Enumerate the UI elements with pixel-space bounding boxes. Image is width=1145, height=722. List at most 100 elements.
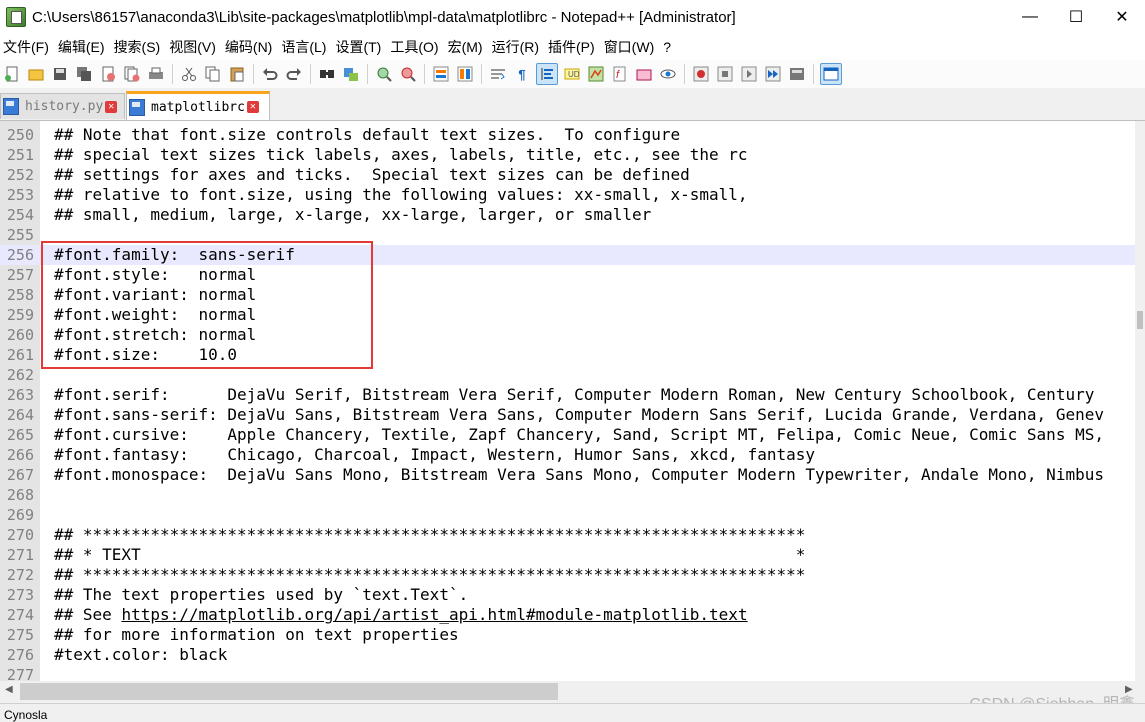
- menu-macro[interactable]: 宏(M): [445, 37, 489, 57]
- maximize-button[interactable]: ☐: [1053, 0, 1099, 34]
- tab-history-py[interactable]: history.py ✕: [0, 93, 125, 119]
- code-line[interactable]: 264 #font.sans-serif: DejaVu Sans, Bitstr…: [0, 405, 1135, 425]
- user-defined-language-icon[interactable]: UD: [562, 64, 582, 84]
- menu-settings[interactable]: 设置(T): [332, 37, 387, 57]
- cut-icon[interactable]: [179, 64, 199, 84]
- save-macro-icon[interactable]: [787, 64, 807, 84]
- toolbar-separator: [813, 64, 814, 84]
- code-line[interactable]: 275 ## for more information on text prope…: [0, 625, 1135, 645]
- copy-icon[interactable]: [203, 64, 223, 84]
- function-list-icon[interactable]: f: [610, 64, 630, 84]
- svg-text:UD: UD: [568, 70, 580, 79]
- code-line[interactable]: 261 #font.size: 10.0: [0, 345, 1135, 365]
- zoom-out-icon[interactable]: [398, 64, 418, 84]
- close-icon[interactable]: [98, 64, 118, 84]
- save-all-icon[interactable]: [74, 64, 94, 84]
- panel-icon[interactable]: [820, 63, 842, 85]
- menu-run[interactable]: 运行(R): [489, 37, 545, 57]
- editor-area[interactable]: 250 ## Note that font.size controls defau…: [0, 121, 1135, 681]
- menu-file[interactable]: 文件(F): [0, 37, 55, 57]
- line-text: #font.fantasy: Chicago, Charcoal, Impact…: [54, 445, 815, 465]
- menu-language[interactable]: 语言(L): [278, 37, 332, 57]
- record-macro-icon[interactable]: [691, 64, 711, 84]
- notepadpp-app-icon: [6, 7, 26, 27]
- sync-horizontal-icon[interactable]: [455, 64, 475, 84]
- print-icon[interactable]: [146, 64, 166, 84]
- line-text-content: #font.size: 10.0: [54, 345, 238, 364]
- code-line[interactable]: 277: [0, 665, 1135, 681]
- monitoring-icon[interactable]: [658, 64, 678, 84]
- stop-record-icon[interactable]: [715, 64, 735, 84]
- line-text-content: ## settings for axes and ticks. Special …: [54, 165, 690, 184]
- line-text-content: ## *************************************…: [54, 525, 806, 544]
- url-link[interactable]: https://matplotlib.org/api/artist_api.ht…: [121, 605, 747, 624]
- toolbar-separator: [310, 64, 311, 84]
- line-text-content: ## for more information on text properti…: [54, 625, 459, 644]
- code-line[interactable]: 262: [0, 365, 1135, 385]
- code-line[interactable]: 259 #font.weight: normal: [0, 305, 1135, 325]
- code-line[interactable]: 268: [0, 485, 1135, 505]
- line-number: 264: [6, 406, 34, 424]
- menu-view[interactable]: 视图(V): [166, 37, 222, 57]
- redo-icon[interactable]: [284, 64, 304, 84]
- close-all-icon[interactable]: [122, 64, 142, 84]
- code-line[interactable]: 256 #font.family: sans-serif: [0, 245, 1135, 265]
- line-number: 273: [6, 586, 34, 604]
- minimize-button[interactable]: —: [1007, 0, 1053, 34]
- document-map-icon[interactable]: [586, 64, 606, 84]
- new-file-icon[interactable]: [2, 64, 22, 84]
- word-wrap-icon[interactable]: [488, 64, 508, 84]
- sync-vertical-icon[interactable]: [431, 64, 451, 84]
- code-line[interactable]: 253 ## relative to font.size, using the f…: [0, 185, 1135, 205]
- undo-icon[interactable]: [260, 64, 280, 84]
- line-number: 274: [6, 606, 34, 624]
- folder-workspace-icon[interactable]: [634, 64, 654, 84]
- toolbar-separator: [172, 64, 173, 84]
- zoom-in-icon[interactable]: [374, 64, 394, 84]
- code-line[interactable]: 265 #font.cursive: Apple Chancery, Textil…: [0, 425, 1135, 445]
- close-window-button[interactable]: ✕: [1099, 0, 1145, 34]
- code-line[interactable]: 266 #font.fantasy: Chicago, Charcoal, Imp…: [0, 445, 1135, 465]
- vertical-scrollbar[interactable]: [1135, 121, 1145, 681]
- code-line[interactable]: 271 ## * TEXT *: [0, 545, 1135, 565]
- code-line[interactable]: 258 #font.variant: normal: [0, 285, 1135, 305]
- code-line[interactable]: 254 ## small, medium, large, x-large, xx-…: [0, 205, 1135, 225]
- code-line[interactable]: 263 #font.serif: DejaVu Serif, Bitstream …: [0, 385, 1135, 405]
- run-macro-multiple-icon[interactable]: [763, 64, 783, 84]
- replace-icon[interactable]: [341, 64, 361, 84]
- menu-tools[interactable]: 工具(O): [387, 37, 444, 57]
- paste-icon[interactable]: [227, 64, 247, 84]
- code-line[interactable]: 251 ## special text sizes tick labels, ax…: [0, 145, 1135, 165]
- open-file-icon[interactable]: [26, 64, 46, 84]
- tab-matplotlibrc[interactable]: matplotlibrc ✕: [126, 91, 270, 120]
- menu-plugins[interactable]: 插件(P): [545, 37, 601, 57]
- code-line[interactable]: 260 #font.stretch: normal: [0, 325, 1135, 345]
- code-line[interactable]: 276 #text.color: black: [0, 645, 1135, 665]
- code-line[interactable]: 273 ## The text properties used by `text.…: [0, 585, 1135, 605]
- show-all-chars-icon[interactable]: ¶: [512, 64, 532, 84]
- code-line[interactable]: 274 ## See https://matplotlib.org/api/art…: [0, 605, 1135, 625]
- find-icon[interactable]: [317, 64, 337, 84]
- menu-help[interactable]: ?: [660, 39, 677, 55]
- vertical-scroll-thumb[interactable]: [1137, 311, 1143, 329]
- close-icon[interactable]: ✕: [246, 101, 259, 113]
- toolbar-separator: [424, 64, 425, 84]
- code-line[interactable]: 255: [0, 225, 1135, 245]
- scroll-left-icon[interactable]: ◀: [5, 684, 13, 695]
- horizontal-scroll-thumb[interactable]: [20, 683, 558, 700]
- code-line[interactable]: 269: [0, 505, 1135, 525]
- code-line[interactable]: 250 ## Note that font.size controls defau…: [0, 125, 1135, 145]
- save-icon[interactable]: [50, 64, 70, 84]
- code-line[interactable]: 272 ## **********************************…: [0, 565, 1135, 585]
- code-line[interactable]: 270 ## **********************************…: [0, 525, 1135, 545]
- code-line[interactable]: 257 #font.style: normal: [0, 265, 1135, 285]
- code-line[interactable]: 267 #font.monospace: DejaVu Sans Mono, Bi…: [0, 465, 1135, 485]
- menu-search[interactable]: 搜索(S): [111, 37, 167, 57]
- menu-encoding[interactable]: 编码(N): [222, 37, 278, 57]
- close-icon[interactable]: ✕: [105, 100, 118, 113]
- play-macro-icon[interactable]: [739, 64, 759, 84]
- menu-edit[interactable]: 编辑(E): [55, 37, 111, 57]
- menu-window[interactable]: 窗口(W): [601, 37, 661, 57]
- indent-guide-icon[interactable]: [536, 63, 558, 85]
- code-line[interactable]: 252 ## settings for axes and ticks. Speci…: [0, 165, 1135, 185]
